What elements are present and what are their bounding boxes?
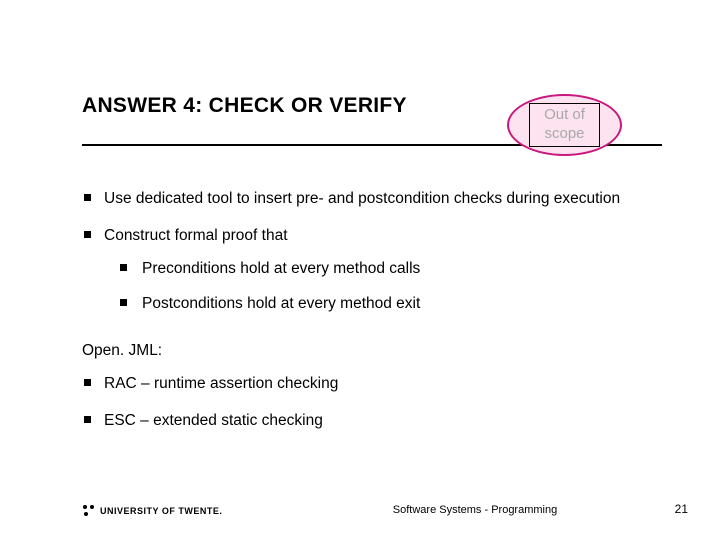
bullet-item: ESC – extended static checking	[82, 411, 642, 432]
scope-badge-wrap: Out of scope	[507, 94, 622, 156]
sub-bullet-item: Postconditions hold at every method exit	[120, 294, 642, 315]
university-name: UNIVERSITY OF TWENTE.	[100, 506, 222, 516]
bullet-text: ESC – extended static checking	[104, 412, 323, 429]
section-label: Open. JML:	[82, 341, 642, 362]
university-mark: UNIVERSITY OF TWENTE.	[82, 504, 222, 516]
content-area: Use dedicated tool to insert pre- and po…	[82, 153, 642, 431]
footer-center: Software Systems - Programming	[262, 504, 688, 516]
title-row: ANSWER 4: CHECK OR VERIFY Out of scope	[82, 88, 642, 153]
sub-bullet-text: Preconditions hold at every method calls	[142, 260, 420, 277]
secondary-bullets: RAC – runtime assertion checking ESC – e…	[82, 374, 642, 432]
page-number: 21	[675, 502, 688, 516]
bullet-item: RAC – runtime assertion checking	[82, 374, 642, 395]
sub-bullet-text: Postconditions hold at every method exit	[142, 295, 420, 312]
scope-badge: Out of scope	[529, 103, 600, 147]
university-logo-icon	[82, 504, 94, 516]
bullet-text: Construct formal proof that	[104, 227, 288, 244]
sub-bullet-item: Preconditions hold at every method calls	[120, 259, 642, 280]
bullet-item: Construct formal proof that Precondition…	[82, 226, 642, 315]
footer: UNIVERSITY OF TWENTE. Software Systems -…	[82, 496, 688, 516]
slide: ANSWER 4: CHECK OR VERIFY Out of scope U…	[0, 0, 720, 540]
main-bullets: Use dedicated tool to insert pre- and po…	[82, 189, 642, 315]
bullet-text: Use dedicated tool to insert pre- and po…	[104, 190, 620, 207]
sub-bullets: Preconditions hold at every method calls…	[104, 259, 642, 315]
bullet-item: Use dedicated tool to insert pre- and po…	[82, 189, 642, 210]
bullet-text: RAC – runtime assertion checking	[104, 375, 338, 392]
